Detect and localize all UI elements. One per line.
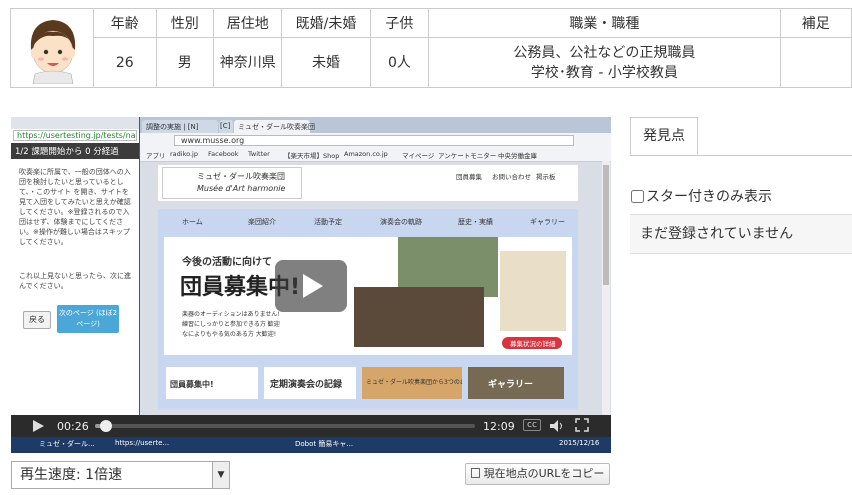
value-occupation: 公務員、公社などの正規職員 学校･教育 - 小学校教員 xyxy=(428,37,781,87)
play-icon[interactable] xyxy=(31,419,45,433)
value-age: 26 xyxy=(93,37,156,87)
playback-speed-value: 再生速度: 1倍速 xyxy=(20,467,123,483)
site-logo: ミュゼ・ダール吹奏楽団 Musée d'Art harmonie xyxy=(162,167,302,199)
site-main: ホーム 楽団紹介 活動予定 演奏会の軌跡 歴史・実績 ギャラリー 今後の活動に向… xyxy=(158,209,578,409)
header-note: 補足 xyxy=(779,9,851,38)
site-header: ミュゼ・ダール吹奏楽団 Musée d'Art harmonie 団員募集 お問… xyxy=(158,165,578,201)
browser-tab-active: ミュゼ・ダール吹奏楽団 xyxy=(234,120,315,133)
header-children: 子供 xyxy=(369,9,429,38)
occupation-line-2: 学校･教育 - 小学校教員 xyxy=(530,64,678,81)
value-gender: 男 xyxy=(155,37,214,87)
value-children: 0人 xyxy=(369,37,429,87)
occupation-line-1: 公務員、公社などの正規職員 xyxy=(513,44,696,61)
player-controls: 00:26 12:09 cc xyxy=(11,415,611,437)
fullscreen-icon[interactable] xyxy=(575,418,589,432)
header-occupation: 職業・職種 xyxy=(428,9,781,38)
total-time: 12:09 xyxy=(483,420,515,433)
play-overlay-button[interactable] xyxy=(275,260,347,312)
task-next-button: 次のページ (ほぼ2ページ) xyxy=(57,305,119,333)
captions-button[interactable]: cc xyxy=(523,419,541,431)
header-residence: 居住地 xyxy=(213,9,282,38)
task-instruction: 吹奏楽に所属で、一般の団体への入団を検討したいと思っているとして、・このサイト … xyxy=(19,168,131,246)
hero-photo-orchestra xyxy=(354,287,484,347)
playback-speed-select[interactable]: 再生速度: 1倍速 ▼ xyxy=(11,461,230,489)
copy-icon xyxy=(470,468,480,478)
site-nav: ホーム 楽団紹介 活動予定 演奏会の軌跡 歴史・実績 ギャラリー xyxy=(182,218,565,226)
tab-findings[interactable]: 発見点 xyxy=(630,117,698,155)
banner-row: 団員募集中! 定期演奏会の記録 ミュゼ・ダール吹奏楽団から3つのお知らせ! ギャ… xyxy=(164,365,572,403)
task-browser-tab xyxy=(11,117,139,129)
task-back-button: 戻る xyxy=(23,311,51,329)
hero-banner: 今後の活動に向けて 団員募集中! 楽器のオーディションはありません! 練習にしっ… xyxy=(164,237,572,355)
findings-tabs: 発見点 xyxy=(630,117,852,156)
browser-chrome: 調整の実施 | [N] [C] ミュゼ・ダール吹奏楽団 www.musse.or… xyxy=(140,117,611,149)
hero-photo-score xyxy=(500,251,566,331)
browser-tab-2: [C] xyxy=(219,120,233,133)
copy-url-button[interactable]: 現在地点のURLをコピー xyxy=(465,463,610,485)
task-url: https://usertesting.jp/tests/nav xyxy=(17,131,137,140)
seek-bar[interactable] xyxy=(95,420,475,432)
site-url: www.musse.org xyxy=(181,136,245,145)
task-timer: 1/2 課題開始から 0 分経過 xyxy=(15,147,119,157)
task-address-bar: https://usertesting.jp/tests/nav xyxy=(13,130,137,141)
bookmarks-bar: アプリ radiko.jp Facebook Twitter 【楽天市場】Sho… xyxy=(140,149,611,162)
value-note xyxy=(779,37,851,87)
chevron-down-icon: ▼ xyxy=(212,462,229,488)
seek-handle[interactable] xyxy=(100,420,113,432)
star-filter-checkbox[interactable] xyxy=(631,190,644,203)
hero-detail-button: 募集状況の詳細 xyxy=(502,337,562,349)
video-player[interactable]: https://usertesting.jp/tests/nav 1/2 課題開… xyxy=(11,117,611,453)
task-panel: https://usertesting.jp/tests/nav 1/2 課題開… xyxy=(11,117,140,453)
current-time: 00:26 xyxy=(57,420,89,433)
value-residence: 神奈川県 xyxy=(213,37,282,87)
star-filter-label: スター付きのみ表示 xyxy=(646,189,772,205)
header-age: 年齢 xyxy=(93,9,156,38)
volume-icon[interactable] xyxy=(549,419,565,433)
header-marital: 既婚/未婚 xyxy=(281,9,371,38)
findings-empty-message: まだ登録されていません xyxy=(630,214,852,254)
header-gender: 性別 xyxy=(155,9,214,38)
star-filter[interactable]: スター付きのみ表示 xyxy=(631,186,772,206)
copy-url-label: 現在地点のURLをコピー xyxy=(483,467,605,480)
profile-table: 年齢 性別 居住地 既婚/未婚 子供 職業・職種 補足 26 男 神奈川県 未婚… xyxy=(10,8,852,88)
recorded-website: 調整の実施 | [N] [C] ミュゼ・ダール吹奏楽団 www.musse.or… xyxy=(140,117,611,453)
site-scrollbar xyxy=(602,161,610,415)
recorded-taskbar: ミュゼ・ダール... https://userte... Dobot 簡易キャ.… xyxy=(11,435,611,453)
play-icon xyxy=(303,274,323,298)
browser-toolbar: www.musse.org xyxy=(140,133,611,149)
task-skip-note: これ以上見ないと思ったら、次に進んでください。 xyxy=(19,272,131,290)
browser-tab-1: 調整の実施 | [N] xyxy=(142,120,218,133)
user-avatar xyxy=(30,20,76,84)
value-marital: 未婚 xyxy=(281,37,371,87)
task-header: 1/2 課題開始から 0 分経過 xyxy=(11,143,139,159)
